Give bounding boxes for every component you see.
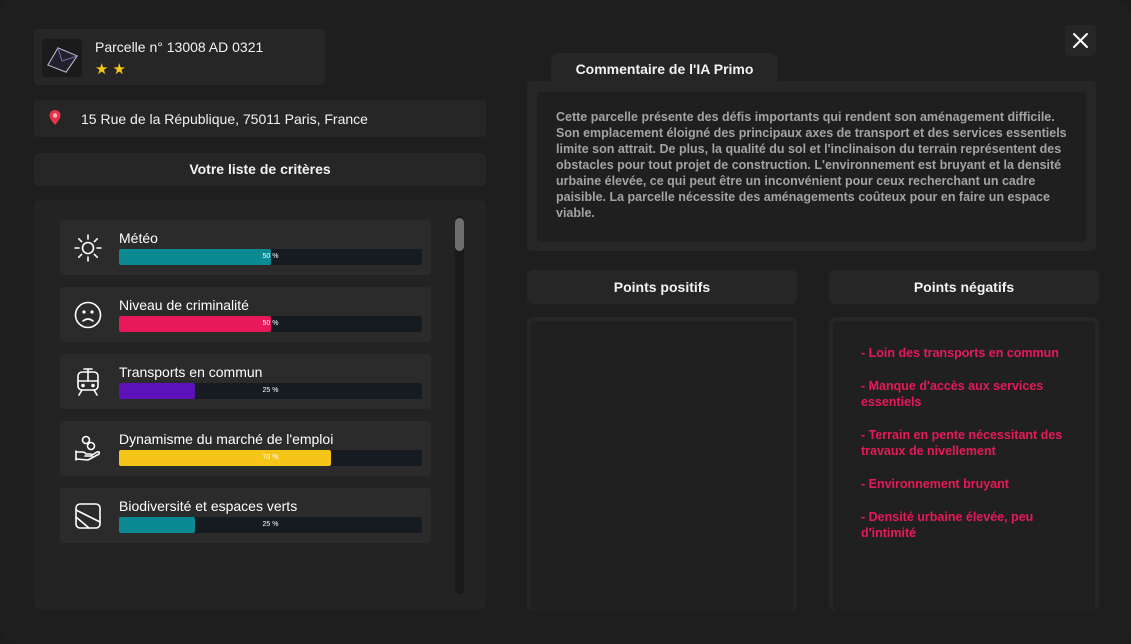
negative-points-container: - Loin des transports en commun - Manque…: [833, 321, 1095, 611]
criteria-list[interactable]: Météo 50 % Niveau de criminalité 50 % Tr…: [34, 200, 486, 610]
negative-points-title: Points négatifs: [829, 270, 1099, 304]
criterion-percent: 25 %: [262, 387, 279, 394]
parcel-title: Parcelle n° 13008 AD 0321: [95, 39, 264, 55]
criterion-percent: 70 %: [262, 454, 279, 461]
criteria-scrollbar-thumb[interactable]: [455, 218, 464, 251]
criteria-scrollbar[interactable]: [455, 216, 464, 594]
criterion-progress-bar: 70 %: [119, 450, 422, 466]
criterion-label: Dynamisme du marché de l'emploi: [119, 431, 334, 447]
positive-points-panel: [527, 317, 797, 611]
criterion-label: Biodiversité et espaces verts: [119, 498, 298, 514]
criterion-progress-bar: 25 %: [119, 517, 422, 533]
negative-point: - Environnement bruyant: [861, 477, 1009, 491]
sun-icon: [72, 232, 104, 264]
criterion-percent: 50 %: [262, 320, 279, 327]
address-bar: 15 Rue de la République, 75011 Paris, Fr…: [34, 100, 486, 137]
close-icon: [1073, 33, 1088, 48]
criterion-percent: 25 %: [262, 521, 279, 528]
criterion-progress-bar: 50 %: [119, 249, 422, 265]
negative-points-list: - Loin des transports en commun - Manque…: [861, 345, 1071, 558]
map-square-icon: [72, 500, 104, 532]
criteria-list-title: Votre liste de critères: [34, 153, 486, 186]
criterion-transports[interactable]: Transports en commun 25 %: [60, 354, 431, 409]
criterion-progress-bar: 50 %: [119, 316, 422, 332]
negative-point: - Densité urbaine élevée, peu d'intimité: [861, 510, 1034, 540]
criterion-label: Transports en commun: [119, 364, 263, 380]
criterion-label: Météo: [119, 230, 158, 246]
negative-point: - Loin des transports en commun: [861, 346, 1059, 360]
criterion-emploi[interactable]: Dynamisme du marché de l'emploi 70 %: [60, 421, 431, 476]
parcel-card: Parcelle n° 13008 AD 0321 ★★: [34, 29, 325, 85]
sad-face-icon: [72, 299, 104, 331]
rating-stars: ★★: [95, 61, 130, 78]
ai-comment-box: Cette parcelle présente des défis import…: [527, 81, 1096, 251]
criterion-criminalite[interactable]: Niveau de criminalité 50 %: [60, 287, 431, 342]
negative-points-panel: - Loin des transports en commun - Manque…: [829, 317, 1099, 611]
criterion-progress-bar: 25 %: [119, 383, 422, 399]
positive-points-title: Points positifs: [527, 270, 797, 304]
ai-comment-text: Cette parcelle présente des défis import…: [537, 92, 1086, 242]
parcel-detail-modal: Parcelle n° 13008 AD 0321 ★★ 15 Rue de l…: [0, 0, 1131, 644]
positive-points-list: [531, 321, 793, 611]
train-icon: [72, 366, 104, 398]
criterion-percent: 50 %: [262, 253, 279, 260]
negative-point: - Terrain en pente nécessitant des trava…: [861, 428, 1063, 458]
map-pin-icon: [48, 109, 62, 132]
close-button[interactable]: [1065, 25, 1096, 56]
criterion-biodiversite[interactable]: Biodiversité et espaces verts 25 %: [60, 488, 431, 543]
parcel-map-icon: [42, 39, 82, 77]
criterion-label: Niveau de criminalité: [119, 297, 249, 313]
criterion-meteo[interactable]: Météo 50 %: [60, 220, 431, 275]
hand-coins-icon: [72, 433, 104, 465]
address-text: 15 Rue de la République, 75011 Paris, Fr…: [81, 111, 368, 127]
negative-point: - Manque d'accès aux services essentiels: [861, 379, 1044, 409]
